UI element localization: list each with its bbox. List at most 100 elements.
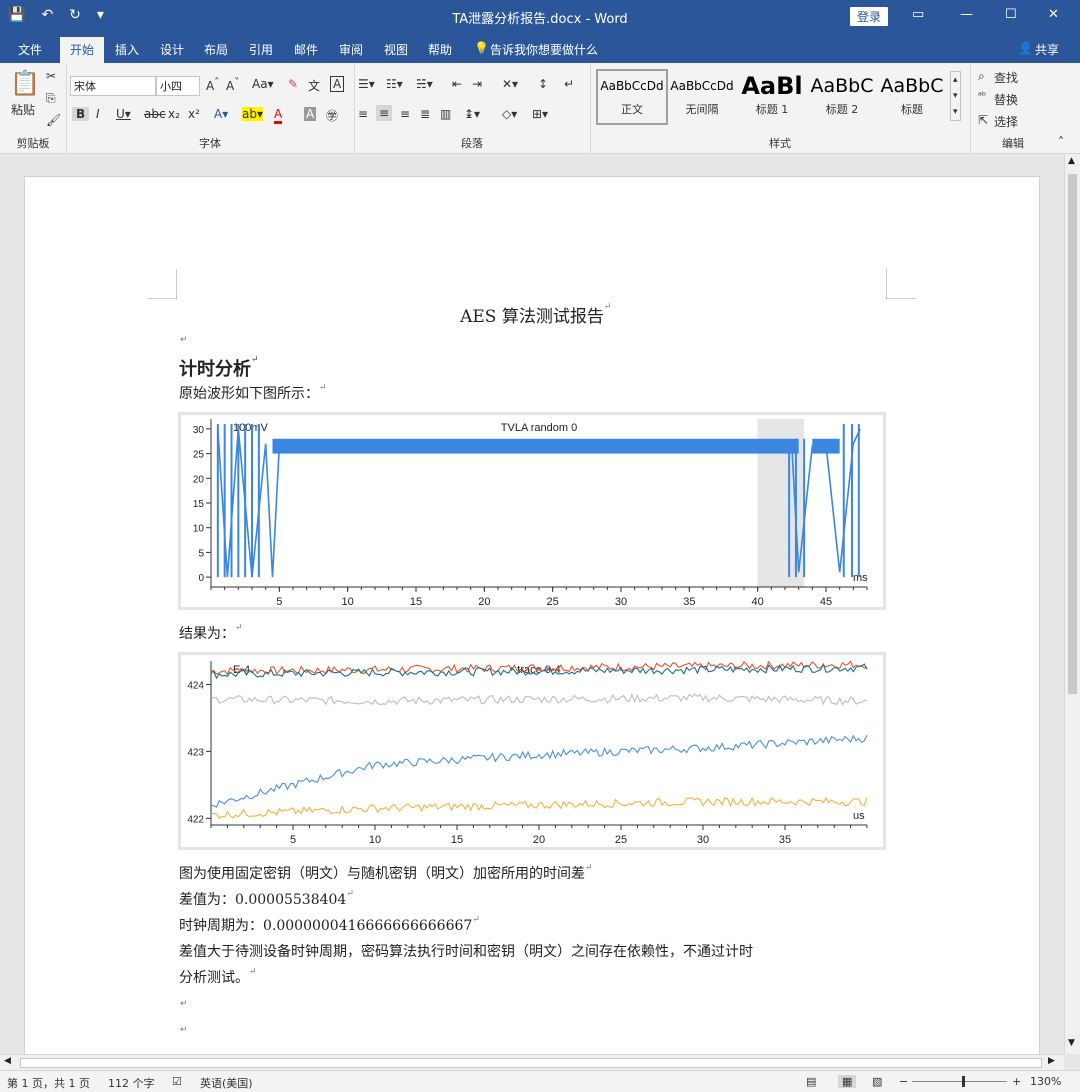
clipboard-icon[interactable]: 📋 — [10, 69, 40, 97]
highlight-icon[interactable]: ab▾ — [242, 107, 263, 121]
align-left-icon[interactable]: ≡ — [358, 107, 368, 121]
document-page[interactable]: AES 算法测试报告 ↵ ↵ 计时分析 ↵ 原始波形如下图所示： ↵ 5 10 15… — [24, 176, 1040, 1054]
font-size-select[interactable]: 小四 — [156, 76, 200, 96]
vertical-scrollbar[interactable]: ▲ ▼ — [1064, 154, 1080, 1054]
proofing-icon[interactable]: ☑ — [172, 1075, 182, 1088]
ribbon-display-icon[interactable]: ▭ — [912, 7, 924, 22]
chinese-layout-icon[interactable]: ✕▾ — [502, 77, 518, 91]
style-no-spacing[interactable]: AaBbCcDd 无间隔 — [668, 71, 736, 123]
char-border-icon[interactable]: A — [330, 76, 345, 92]
replace-icon: ᵃᵇ — [978, 91, 987, 102]
read-mode-icon[interactable]: ▤ — [806, 1075, 816, 1088]
clear-format-icon[interactable]: ✎ — [288, 77, 298, 91]
change-case-icon[interactable]: Aa▾ — [252, 77, 274, 91]
waveform-chart[interactable]: 5 10 15 20 25 30 35 40 45 0 5 10 15 20 25 30 100mV TVLA r… — [178, 412, 886, 610]
font-name-select[interactable]: 宋体 — [70, 76, 156, 96]
increase-indent-icon[interactable]: ⇥ — [472, 77, 482, 91]
paragraph-mark: ↵ — [472, 915, 480, 925]
scroll-right-icon[interactable]: ▶ — [1048, 1056, 1055, 1066]
char-shading-icon[interactable]: A — [304, 107, 317, 121]
paragraph-group: ☰▾ ☷▾ ☵▾ ⇤ ⇥ ✕▾ ↕ ↵ ≡ ≡ ≡ ≣ ▥ ↨▾ ◇▾ ⊞▾ 段… — [354, 63, 591, 153]
tab-file[interactable]: 文件 — [18, 41, 42, 58]
tab-home[interactable]: 开始 — [60, 37, 105, 64]
styles-scroll-icon[interactable]: ▴ ▾ ▾ — [950, 71, 961, 121]
tab-mailings[interactable]: 邮件 — [294, 41, 318, 58]
tab-help[interactable]: 帮助 — [428, 41, 452, 58]
style-heading2[interactable]: AaBbC 标题 2 — [808, 71, 876, 123]
scroll-down-icon[interactable]: ▼ — [1068, 1038, 1075, 1048]
collapse-ribbon-icon[interactable]: ˄ — [1058, 135, 1064, 149]
tab-review[interactable]: 审阅 — [339, 41, 363, 58]
shrink-font-icon[interactable]: A˅ — [226, 77, 239, 93]
horizontal-scrollbar[interactable]: ◀ ▶ — [0, 1054, 1064, 1070]
select-button[interactable]: 选择 — [994, 113, 1018, 130]
maximize-icon[interactable]: ☐ — [1005, 7, 1017, 22]
paragraph-conclusion-cont: 分析测试。 ↵ — [179, 967, 257, 987]
align-center-icon[interactable]: ≡ — [376, 105, 393, 121]
y-tick-label: 423 — [187, 747, 204, 758]
phonetic-icon[interactable]: 文 — [308, 77, 320, 94]
section-heading: 计时分析 ↵ — [179, 355, 259, 381]
numbering-icon[interactable]: ☷▾ — [386, 77, 403, 91]
shading-icon[interactable]: ◇▾ — [502, 107, 517, 121]
share-button[interactable]: 共享 — [1035, 41, 1059, 58]
text-effects-icon[interactable]: A▾ — [214, 107, 228, 121]
bold-icon[interactable]: B — [72, 107, 90, 121]
italic-icon[interactable]: I — [96, 107, 100, 121]
x-tick-label: 5 — [290, 834, 296, 846]
series-line-2 — [210, 693, 868, 706]
strikethrough-icon[interactable]: abc — [144, 107, 166, 121]
word-count[interactable]: 112 个字 — [108, 1075, 155, 1091]
tell-me-search[interactable]: 告诉我你想要做什么 — [490, 41, 598, 58]
copy-icon[interactable]: ⎘ — [46, 91, 56, 106]
style-normal[interactable]: AaBbCcDd 正文 — [596, 69, 668, 125]
tab-design[interactable]: 设计 — [160, 41, 184, 58]
paste-button[interactable]: 粘贴 — [11, 101, 35, 118]
cut-icon[interactable]: ✂ — [46, 69, 56, 83]
replace-button[interactable]: 替换 — [994, 91, 1018, 108]
bullets-icon[interactable]: ☰▾ — [358, 77, 375, 91]
zoom-slider-thumb[interactable] — [962, 1076, 966, 1087]
trace-chart[interactable]: 5 10 15 20 25 30 35 422 423 424 E-4 trace 0-4 us — [178, 652, 886, 850]
zoom-level[interactable]: 130% — [1030, 1075, 1061, 1088]
font-color-icon[interactable]: A — [274, 107, 283, 124]
borders-icon[interactable]: ⊞▾ — [532, 107, 548, 121]
find-button[interactable]: 查找 — [994, 69, 1018, 86]
zoom-in-icon[interactable]: + — [1012, 1075, 1021, 1088]
hscroll-thumb[interactable] — [20, 1058, 1042, 1068]
close-icon[interactable]: ✕ — [1048, 7, 1059, 22]
enclose-char-icon[interactable]: ㊫ — [326, 107, 338, 124]
y-tick-label: 30 — [193, 425, 205, 436]
tab-view[interactable]: 视图 — [384, 41, 408, 58]
print-layout-icon[interactable]: ▦ — [838, 1075, 857, 1088]
scroll-left-icon[interactable]: ◀ — [4, 1056, 11, 1066]
superscript-icon[interactable]: x² — [188, 107, 200, 121]
sort-icon[interactable]: ↕ — [538, 77, 548, 91]
scroll-up-icon[interactable]: ▲ — [1068, 156, 1075, 166]
page-count[interactable]: 第 1 页，共 1 页 — [7, 1075, 90, 1091]
subscript-icon[interactable]: x₂ — [168, 107, 180, 121]
style-heading1[interactable]: AaBl 标题 1 — [738, 71, 806, 123]
zoom-slider[interactable] — [912, 1081, 1007, 1082]
style-title[interactable]: AaBbC 标题 — [878, 71, 946, 123]
login-button[interactable]: 登录 — [850, 7, 889, 26]
tab-references[interactable]: 引用 — [249, 41, 273, 58]
web-layout-icon[interactable]: ▧ — [872, 1075, 882, 1088]
tab-insert[interactable]: 插入 — [115, 41, 139, 58]
x-tick-label: 10 — [342, 596, 354, 607]
decrease-indent-icon[interactable]: ⇤ — [452, 77, 462, 91]
multilevel-list-icon[interactable]: ☵▾ — [416, 77, 433, 91]
zoom-out-icon[interactable]: − — [899, 1075, 908, 1088]
distributed-icon[interactable]: ▥ — [440, 107, 451, 121]
scroll-thumb[interactable] — [1068, 174, 1077, 694]
grow-font-icon[interactable]: A˄ — [206, 77, 219, 93]
line-spacing-icon[interactable]: ↨▾ — [464, 107, 480, 121]
language[interactable]: 英语(美国) — [200, 1075, 253, 1091]
format-painter-icon[interactable]: 🖌 — [46, 113, 61, 127]
justify-icon[interactable]: ≣ — [420, 107, 430, 121]
tab-layout[interactable]: 布局 — [204, 41, 228, 58]
minimize-icon[interactable]: — — [960, 7, 973, 22]
underline-icon[interactable]: U▾ — [116, 107, 131, 121]
show-marks-icon[interactable]: ↵ — [564, 77, 574, 91]
align-right-icon[interactable]: ≡ — [400, 107, 410, 121]
